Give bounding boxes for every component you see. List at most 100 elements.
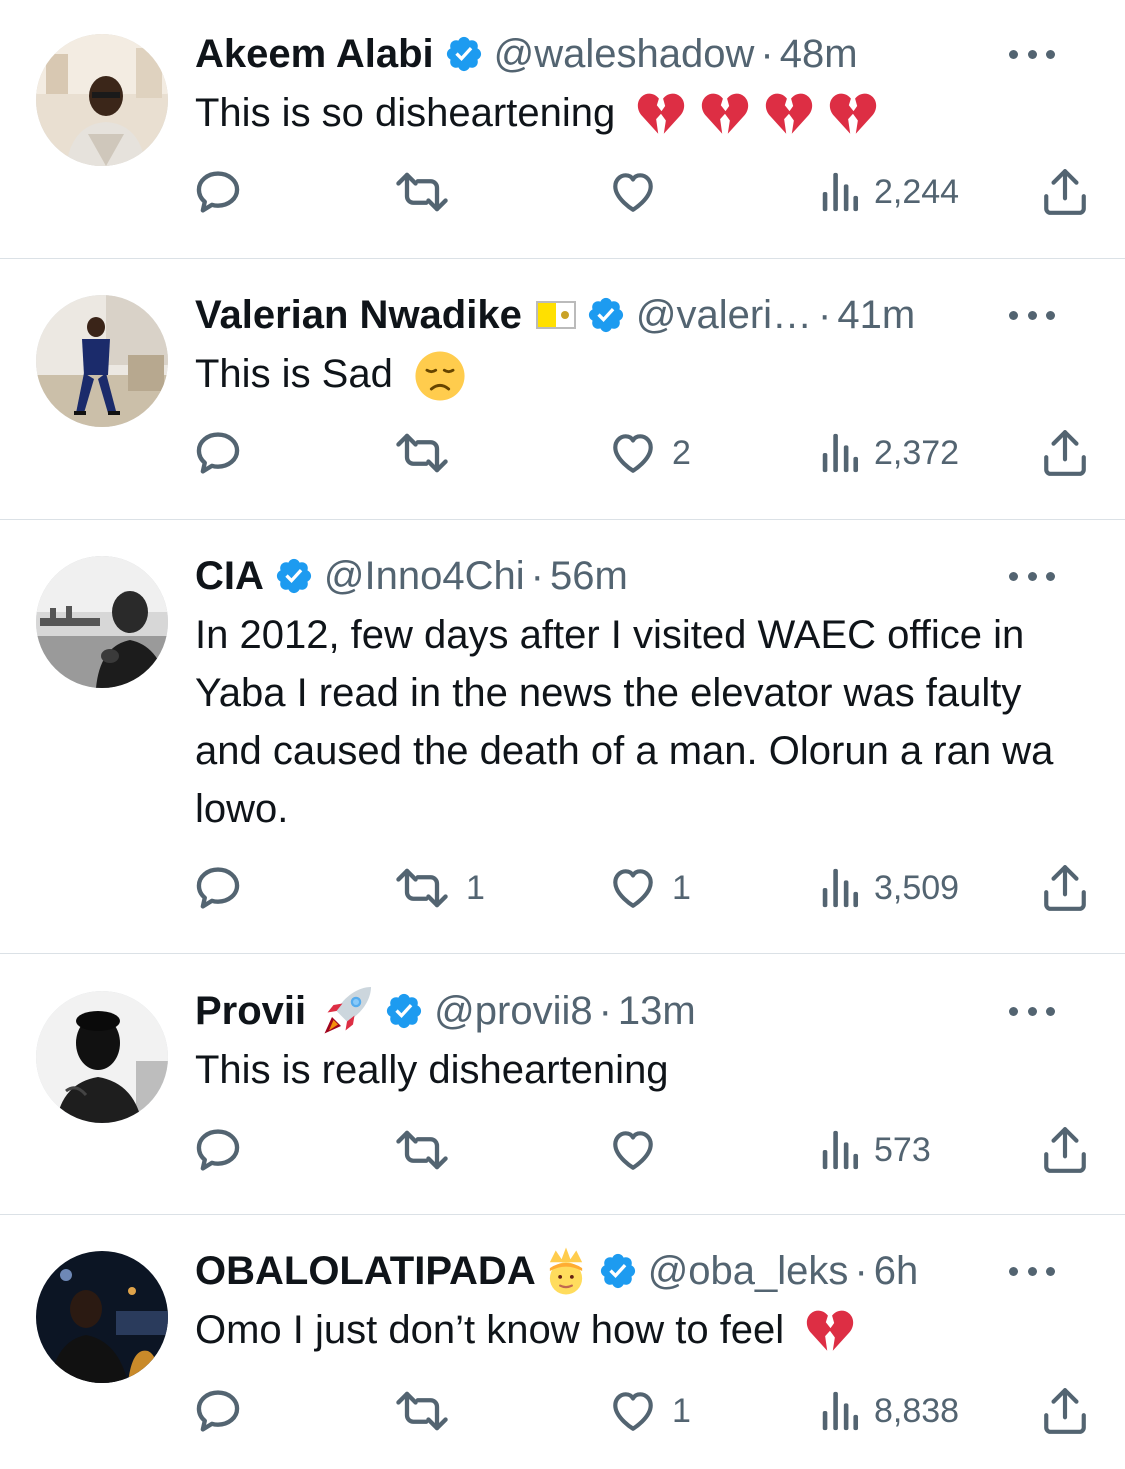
reply-icon: [196, 432, 240, 474]
tweet[interactable]: Valerian Nwadike @valeri… · 41m This is …: [0, 259, 1125, 519]
avatar[interactable]: [36, 991, 168, 1123]
tweet-text-content: Omo I just don’t know how to feel: [195, 1308, 785, 1352]
timestamp[interactable]: 6h: [874, 1247, 919, 1295]
display-name[interactable]: CIA: [195, 552, 264, 600]
tweet-text: This is really disheartening: [195, 1041, 1045, 1099]
share-button[interactable]: [1042, 423, 1088, 483]
retweet-button[interactable]: [392, 1120, 466, 1180]
more-options-icon[interactable]: [1009, 30, 1055, 78]
heart-icon: [613, 173, 653, 212]
reply-button[interactable]: [192, 162, 258, 222]
reply-icon: [196, 1390, 240, 1432]
timestamp[interactable]: 13m: [618, 987, 696, 1035]
retweet-count: 1: [466, 868, 485, 907]
separator-dot: ·: [854, 1249, 868, 1293]
like-button[interactable]: [608, 1120, 672, 1180]
disappointed-face-icon: [415, 351, 465, 401]
tweet-text: This is so disheartening: [195, 84, 1045, 142]
view-count: 8,838: [874, 1391, 960, 1430]
avatar-photo: [36, 34, 168, 166]
more-options-icon[interactable]: [1009, 291, 1055, 339]
avatar[interactable]: [36, 1251, 168, 1383]
user-handle[interactable]: @valeri…: [636, 291, 812, 339]
user-handle[interactable]: @Inno4Chi: [324, 552, 525, 600]
tweet[interactable]: OBALOLATIPADA @oba_leks · 6h Omo I just …: [0, 1215, 1125, 1469]
more-options-icon[interactable]: [1009, 1247, 1055, 1295]
share-icon: [1044, 865, 1086, 911]
retweet-button[interactable]: [392, 1381, 466, 1441]
view-count: 2,372: [874, 433, 960, 472]
avatar[interactable]: [36, 34, 168, 166]
tweet-text: In 2012, few days after I visited WAEC o…: [195, 606, 1055, 838]
tweet-text: This is Sad: [195, 345, 1045, 403]
display-name[interactable]: Valerian Nwadike: [195, 291, 522, 339]
verified-badge-icon: [384, 991, 424, 1031]
reply-button[interactable]: [192, 1381, 258, 1441]
more-options-icon[interactable]: [1009, 987, 1055, 1035]
share-button[interactable]: [1042, 162, 1088, 222]
tweet-text-content: This is Sad: [195, 352, 393, 396]
share-button[interactable]: [1042, 1381, 1088, 1441]
heart-icon: [613, 869, 653, 908]
views-chart-icon: [822, 172, 859, 212]
avatar-photo: [36, 556, 168, 688]
share-icon: [1044, 1127, 1086, 1173]
broken-heart-icon: [766, 94, 813, 135]
views-button[interactable]: 3,509: [820, 858, 959, 918]
user-handle[interactable]: @oba_leks: [648, 1247, 849, 1295]
views-chart-icon: [822, 1130, 859, 1170]
tweet-header: CIA @Inno4Chi · 56m: [195, 552, 1085, 600]
retweet-icon: [396, 1130, 448, 1170]
like-button[interactable]: 1: [608, 858, 691, 918]
retweet-icon: [396, 172, 448, 212]
like-button[interactable]: 2: [608, 423, 691, 483]
tweet-header: Akeem Alabi @waleshadow · 48m: [195, 30, 1085, 78]
timestamp[interactable]: 56m: [550, 552, 628, 600]
separator-dot: ·: [760, 32, 774, 76]
tweet-text-content: This is so disheartening: [195, 91, 616, 135]
retweet-button[interactable]: 1: [392, 858, 485, 918]
timestamp[interactable]: 48m: [780, 30, 858, 78]
display-name[interactable]: Provii: [195, 987, 306, 1035]
tweet[interactable]: Provii @provii8 · 13m This is really dis…: [0, 954, 1125, 1214]
timestamp[interactable]: 41m: [837, 291, 915, 339]
retweet-button[interactable]: [392, 423, 466, 483]
user-handle[interactable]: @waleshadow: [494, 30, 755, 78]
more-options-icon[interactable]: [1009, 552, 1055, 600]
views-button[interactable]: 573: [820, 1120, 931, 1180]
like-button[interactable]: [608, 162, 672, 222]
user-handle[interactable]: @provii8: [434, 987, 592, 1035]
broken-heart-icon: [702, 94, 749, 135]
like-count: 2: [672, 433, 691, 472]
avatar[interactable]: [36, 295, 168, 427]
verified-badge-icon: [586, 295, 626, 335]
views-button[interactable]: 8,838: [820, 1381, 959, 1441]
display-name[interactable]: Akeem Alabi: [195, 30, 434, 78]
tweet[interactable]: Akeem Alabi @waleshadow · 48m This is so…: [0, 0, 1125, 258]
retweet-button[interactable]: [392, 162, 466, 222]
share-button[interactable]: [1042, 858, 1088, 918]
reply-button[interactable]: [192, 423, 258, 483]
tweet[interactable]: CIA @Inno4Chi · 56m In 2012, few days af…: [0, 520, 1125, 953]
like-count: 1: [672, 1391, 691, 1430]
tweet-actions: 1 1 3,509: [192, 858, 1092, 918]
retweet-icon: [396, 868, 448, 908]
separator-dot: ·: [818, 293, 832, 337]
like-button[interactable]: 1: [608, 1381, 691, 1441]
views-button[interactable]: 2,372: [820, 423, 959, 483]
avatar[interactable]: [36, 556, 168, 688]
reply-button[interactable]: [192, 1120, 258, 1180]
tweet-actions: 2,244: [192, 162, 1092, 222]
broken-heart-icon: [638, 94, 685, 135]
tweet-header: OBALOLATIPADA @oba_leks · 6h: [195, 1247, 1085, 1295]
avatar-photo: [36, 991, 168, 1123]
reply-button[interactable]: [192, 858, 258, 918]
share-button[interactable]: [1042, 1120, 1088, 1180]
separator-dot: ·: [598, 989, 612, 1033]
share-icon: [1044, 169, 1086, 215]
avatar-photo: [36, 1251, 168, 1383]
views-button[interactable]: 2,244: [820, 162, 959, 222]
broken-heart-icon: [807, 1311, 854, 1352]
display-name[interactable]: OBALOLATIPADA: [195, 1247, 536, 1295]
heart-icon: [613, 434, 653, 473]
